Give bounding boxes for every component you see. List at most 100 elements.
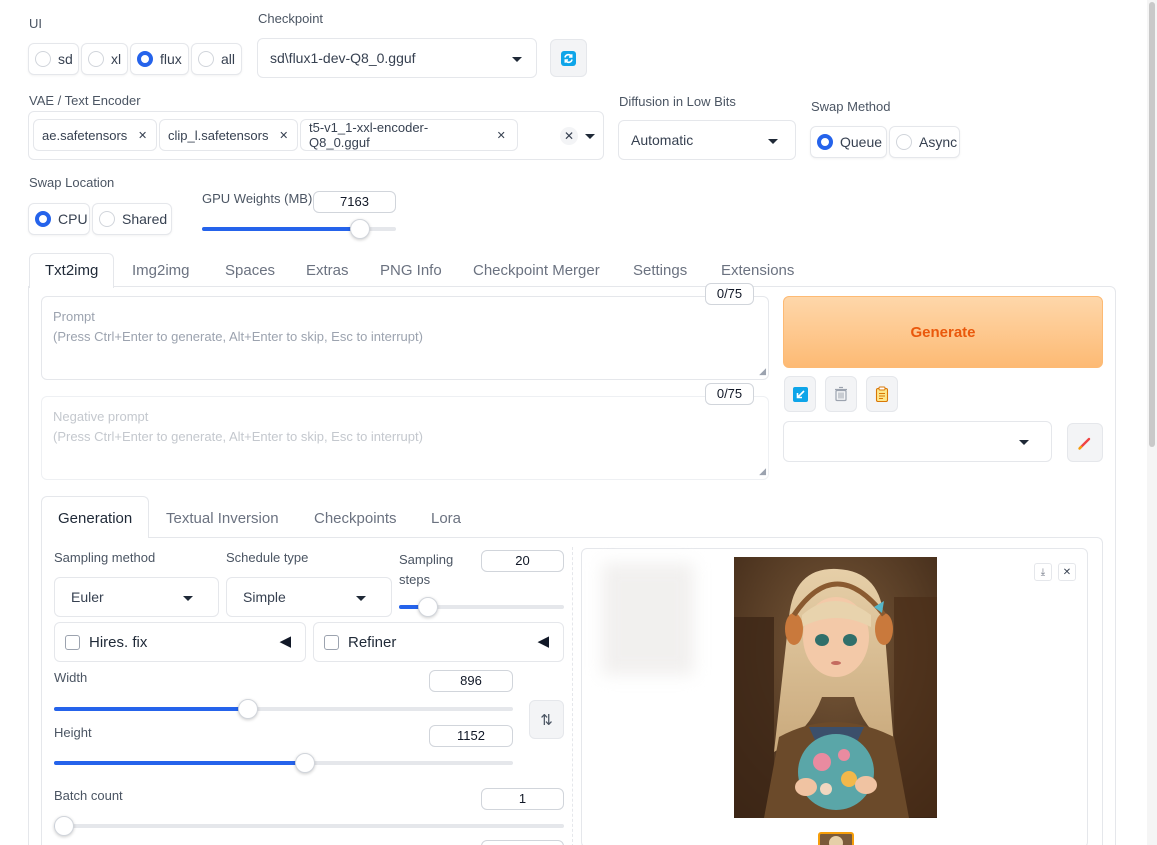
batch-count-slider[interactable] bbox=[54, 816, 564, 836]
tab-extras[interactable]: Extras bbox=[306, 262, 349, 279]
width-slider[interactable] bbox=[54, 699, 513, 719]
prompt-label: Prompt bbox=[53, 309, 95, 324]
tab-settings[interactable]: Settings bbox=[633, 262, 687, 279]
vae-label: VAE / Text Encoder bbox=[29, 93, 141, 108]
swap-method-queue[interactable]: Queue bbox=[810, 126, 887, 158]
radio-icon bbox=[35, 51, 51, 67]
slider-thumb[interactable] bbox=[350, 219, 370, 239]
page-scrollbar[interactable] bbox=[1147, 0, 1157, 845]
slider-thumb[interactable] bbox=[418, 597, 438, 617]
gpu-weights-input[interactable]: 7163 bbox=[313, 191, 396, 213]
radio-icon bbox=[88, 51, 104, 67]
batch-count-label: Batch count bbox=[54, 788, 123, 803]
refiner-checkbox[interactable] bbox=[324, 634, 339, 650]
sampling-steps-input[interactable]: 20 bbox=[481, 550, 564, 572]
swap-location-shared[interactable]: Shared bbox=[92, 203, 172, 235]
negative-prompt-placeholder: (Press Ctrl+Enter to generate, Alt+Enter… bbox=[53, 429, 423, 444]
chevron-down-icon bbox=[512, 57, 522, 62]
negative-prompt-textarea[interactable]: Negative prompt (Press Ctrl+Enter to gen… bbox=[41, 396, 769, 480]
batch-count-input[interactable]: 1 bbox=[481, 788, 564, 810]
tab-generation[interactable]: Generation bbox=[58, 510, 132, 527]
sampling-steps-slider[interactable] bbox=[399, 597, 564, 617]
apply-styles-button[interactable] bbox=[784, 376, 816, 412]
edit-styles-button[interactable] bbox=[1067, 423, 1103, 462]
remove-token-icon[interactable]: ✕ bbox=[137, 127, 148, 143]
swap-arrows-icon: ⇅ bbox=[540, 711, 553, 729]
ui-option-flux[interactable]: flux bbox=[130, 43, 189, 75]
swap-dimensions-button[interactable]: ⇅ bbox=[529, 700, 564, 739]
gpu-weights-slider[interactable] bbox=[202, 219, 396, 239]
prompt-textarea[interactable]: Prompt (Press Ctrl+Enter to generate, Al… bbox=[41, 296, 769, 380]
styles-select[interactable] bbox=[783, 421, 1052, 462]
resize-handle-icon[interactable]: ◢ bbox=[759, 466, 766, 477]
clear-prompt-button[interactable] bbox=[825, 376, 857, 412]
vae-token: ae.safetensors ✕ bbox=[33, 119, 157, 151]
ui-option-xl[interactable]: xl bbox=[81, 43, 128, 75]
swap-method-async[interactable]: Async bbox=[889, 126, 960, 158]
tab-underline-mask bbox=[30, 285, 113, 288]
tab-checkpoints[interactable]: Checkpoints bbox=[314, 510, 397, 527]
diffusion-low-bits-select[interactable]: Automatic bbox=[618, 120, 796, 160]
paste-button[interactable] bbox=[866, 376, 898, 412]
checkpoint-select[interactable]: sd\flux1-dev-Q8_0.gguf bbox=[257, 38, 537, 78]
tab-spaces[interactable]: Spaces bbox=[225, 262, 275, 279]
negative-prompt-token-counter: 0/75 bbox=[705, 383, 754, 405]
swap-location-cpu[interactable]: CPU bbox=[28, 203, 90, 235]
swap-method-label: Swap Method bbox=[811, 99, 891, 114]
hires-fix-accordion[interactable]: Hires. fix ◀ bbox=[54, 622, 306, 662]
close-icon[interactable]: ✕ bbox=[1058, 563, 1076, 581]
radio-icon bbox=[896, 134, 912, 150]
tab-img2img[interactable]: Img2img bbox=[132, 262, 190, 279]
generated-image[interactable] bbox=[734, 557, 937, 818]
batch-size-input[interactable] bbox=[481, 840, 564, 845]
clear-icon[interactable]: ✕ bbox=[560, 127, 578, 145]
resize-handle-icon[interactable]: ◢ bbox=[759, 366, 766, 377]
negative-prompt-label: Negative prompt bbox=[53, 409, 149, 424]
gallery-thumbnail[interactable] bbox=[818, 832, 854, 845]
tab-png-info[interactable]: PNG Info bbox=[380, 262, 442, 279]
width-input[interactable]: 896 bbox=[429, 670, 513, 692]
remove-token-icon[interactable]: ✕ bbox=[278, 127, 289, 143]
diffusion-low-bits-label: Diffusion in Low Bits bbox=[619, 94, 736, 109]
chevron-down-icon bbox=[356, 596, 366, 601]
height-label: Height bbox=[54, 725, 92, 740]
slider-thumb[interactable] bbox=[238, 699, 258, 719]
tab-lora[interactable]: Lora bbox=[431, 510, 461, 527]
tab-textual-inversion[interactable]: Textual Inversion bbox=[166, 510, 279, 527]
refiner-accordion[interactable]: Refiner ◀ bbox=[313, 622, 564, 662]
ui-option-sd[interactable]: sd bbox=[28, 43, 79, 75]
slider-thumb[interactable] bbox=[54, 816, 74, 836]
prompt-token-counter: 0/75 bbox=[705, 283, 754, 305]
slider-fill bbox=[202, 227, 360, 231]
vae-token: clip_l.safetensors ✕ bbox=[159, 119, 298, 151]
schedule-type-select[interactable]: Simple bbox=[226, 577, 392, 617]
ui-option-all[interactable]: all bbox=[191, 43, 242, 75]
slider-fill bbox=[54, 761, 305, 765]
height-slider[interactable] bbox=[54, 753, 513, 773]
sampling-method-select[interactable]: Euler bbox=[54, 577, 219, 617]
chevron-down-icon bbox=[768, 139, 778, 144]
tab-checkpoint-merger[interactable]: Checkpoint Merger bbox=[473, 262, 600, 279]
pencil-icon bbox=[1078, 437, 1091, 450]
tab-extensions[interactable]: Extensions bbox=[721, 262, 794, 279]
scrollbar-thumb[interactable] bbox=[1149, 2, 1155, 447]
chevron-down-icon[interactable] bbox=[585, 134, 595, 139]
refresh-checkpoint-button[interactable] bbox=[550, 39, 587, 77]
tab-txt2img[interactable]: Txt2img bbox=[45, 262, 98, 279]
column-divider bbox=[572, 547, 573, 845]
width-label: Width bbox=[54, 670, 88, 685]
generate-button[interactable]: Generate bbox=[783, 296, 1103, 368]
height-input[interactable]: 1152 bbox=[429, 725, 513, 747]
download-icon[interactable]: ⤓ bbox=[1034, 563, 1052, 581]
hires-fix-checkbox[interactable] bbox=[65, 634, 80, 650]
clipboard-icon bbox=[875, 386, 889, 402]
radio-selected-icon bbox=[137, 51, 153, 67]
remove-token-icon[interactable]: ✕ bbox=[493, 127, 509, 143]
sampling-method-label: Sampling method bbox=[54, 550, 156, 565]
output-gallery: ⤓ ✕ bbox=[581, 548, 1088, 845]
trash-icon bbox=[835, 386, 847, 402]
ui-label: UI bbox=[29, 16, 42, 31]
schedule-type-label: Schedule type bbox=[226, 550, 309, 565]
slider-thumb[interactable] bbox=[295, 753, 315, 773]
radio-selected-icon bbox=[35, 211, 51, 227]
